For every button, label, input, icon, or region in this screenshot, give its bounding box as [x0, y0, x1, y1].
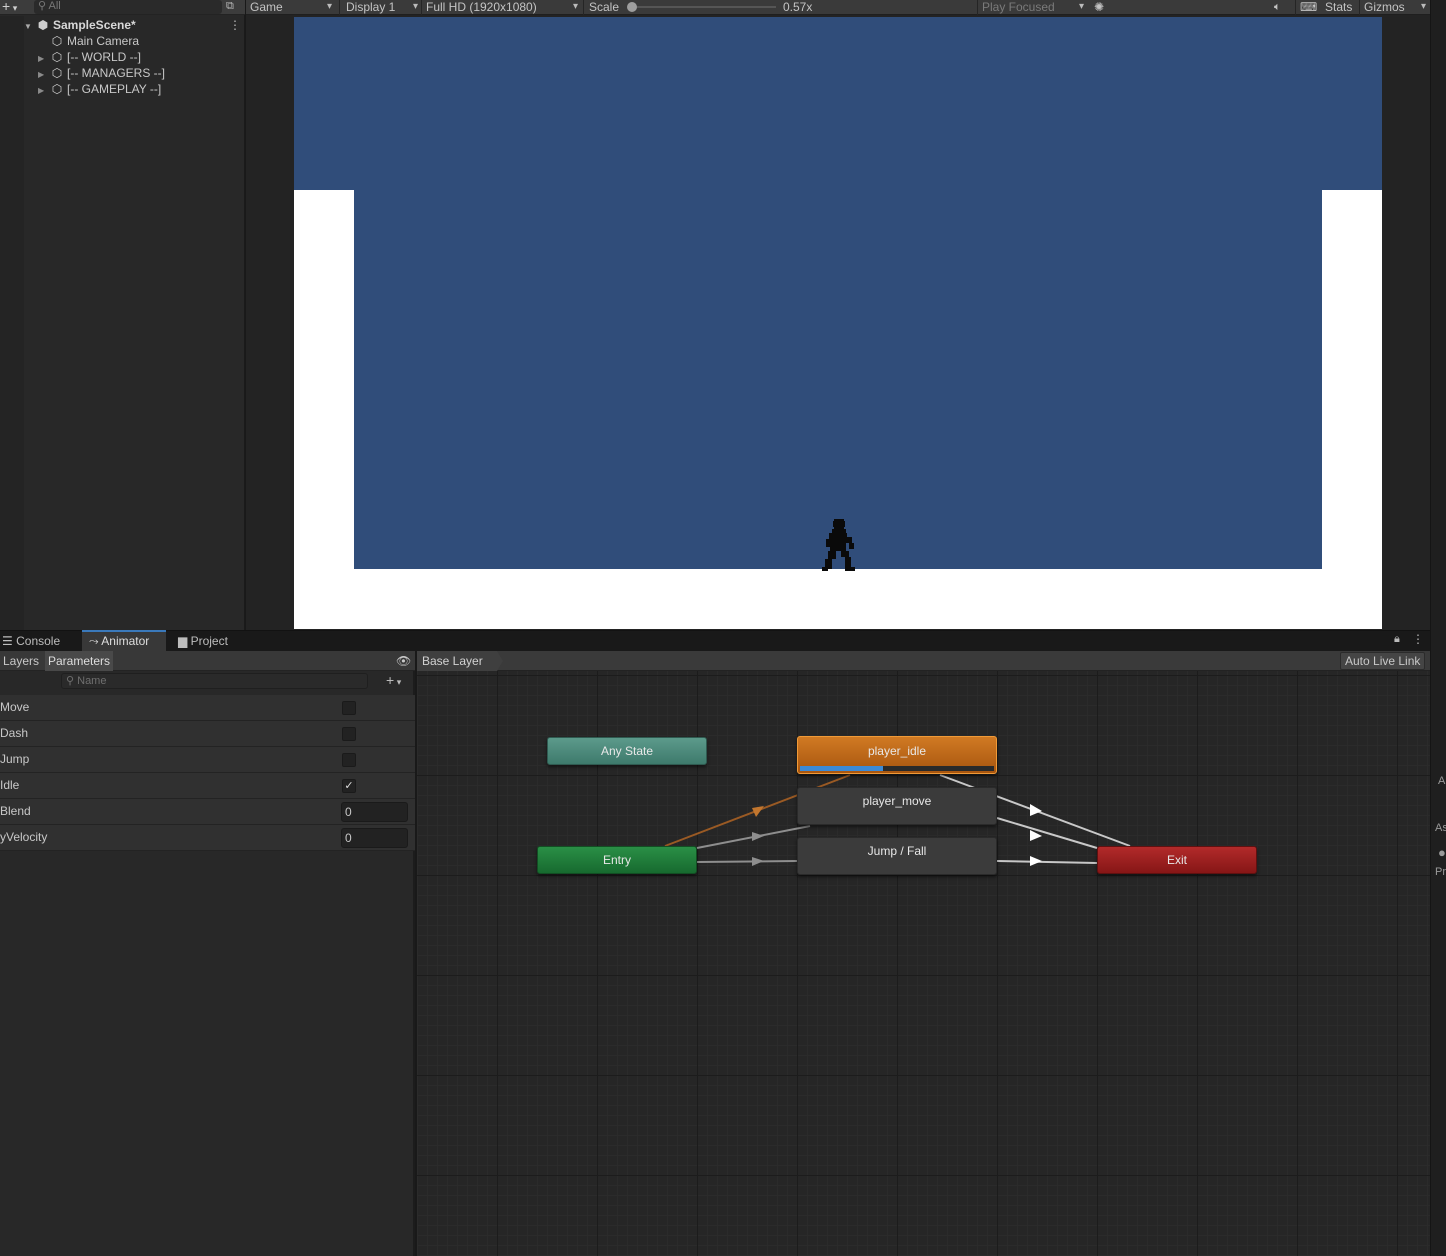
parameter-row-dash[interactable]: Dash [0, 721, 415, 747]
transition-arrow-icon [752, 857, 764, 866]
expand-arrow-icon[interactable]: ▶ [38, 83, 50, 99]
state-jump-fall[interactable]: Jump / Fall [797, 837, 997, 875]
unity-scene-icon: ⬢ [37, 18, 49, 32]
parameter-row-move[interactable]: Move [0, 695, 415, 721]
inspector-edge-panel: A As ● Pr [1430, 0, 1446, 1256]
scene-visibility-icon[interactable]: ⧉ [226, 0, 240, 14]
scale-slider[interactable] [631, 6, 776, 8]
state-progress-fill [800, 766, 883, 771]
tab-parameters[interactable]: Parameters [45, 651, 114, 671]
animator-icon: ⤳ [89, 634, 99, 648]
parameter-checkbox[interactable] [342, 753, 356, 767]
tab-layers[interactable]: Layers [0, 651, 42, 671]
gizmos-dropdown[interactable]: Gizmos [1364, 0, 1428, 15]
hierarchy-gutter [0, 16, 24, 630]
hierarchy-item-main-camera[interactable]: ⬡ Main Camera [38, 33, 139, 49]
sky-background [294, 17, 1382, 190]
scale-value: 0.57x [783, 0, 813, 14]
parameter-row-idle[interactable]: Idle ✓ [0, 773, 415, 799]
level-background [354, 190, 1322, 569]
scene-row[interactable]: ▼ ⬢ SampleScene* [24, 17, 244, 33]
game-viewport[interactable] [294, 17, 1382, 629]
state-player-move[interactable]: player_move [797, 787, 997, 825]
game-toolbar [246, 0, 1430, 15]
folder-icon: ▆ [178, 634, 188, 648]
animator-graph-toolbar [417, 651, 1430, 671]
parameter-checkbox[interactable] [342, 701, 356, 715]
tab-menu-icon[interactable]: ⋮ [1412, 632, 1424, 646]
auto-live-link-button[interactable]: Auto Live Link [1340, 652, 1426, 670]
lock-icon[interactable]: 🔒︎ [1394, 632, 1404, 646]
breadcrumb[interactable]: Base Layer [417, 651, 503, 671]
parameter-float-field[interactable]: 0 [341, 802, 408, 822]
scale-slider-handle[interactable] [627, 2, 637, 12]
eye-icon[interactable]: 👁︎ [396, 654, 412, 668]
hierarchy-search-input[interactable]: ⚲ All [34, 0, 222, 14]
keyboard-icon[interactable]: ⌨ [1300, 0, 1317, 15]
parameter-row-blend[interactable]: Blend 0 [0, 799, 415, 825]
parameter-float-field[interactable]: 0 [341, 828, 408, 848]
bug-icon[interactable]: ✺ [1094, 0, 1110, 15]
transition-jump-exit[interactable] [996, 860, 1098, 864]
play-mode-dropdown[interactable]: Play Focused [982, 0, 1086, 15]
mute-audio-icon[interactable]: 🔈︎ [1274, 0, 1290, 15]
view-dropdown[interactable]: Game [250, 0, 334, 15]
checkmark-icon: ✓ [344, 780, 354, 792]
parameter-row-jump[interactable]: Jump [0, 747, 415, 773]
console-icon: ☰ [2, 634, 13, 648]
hierarchy-item-gameplay[interactable]: ▶ ⬡ [-- GAMEPLAY --] [38, 81, 161, 97]
hierarchy-item-world[interactable]: ▶ ⬡ [-- WORLD --] [38, 49, 141, 65]
scene-menu-icon[interactable]: ⋮ [229, 17, 241, 33]
stats-button[interactable]: Stats [1325, 0, 1352, 15]
hierarchy-item-managers[interactable]: ▶ ⬡ [-- MANAGERS --] [38, 65, 165, 81]
player-sprite [822, 519, 855, 571]
state-exit[interactable]: Exit [1097, 846, 1257, 874]
search-icon: ⚲ [66, 675, 75, 687]
parameter-search-input[interactable]: ⚲ Name [61, 673, 368, 689]
parameter-checkbox[interactable] [342, 727, 356, 741]
transition-move-exit[interactable] [996, 817, 1098, 849]
gameobject-icon: ⬡ [51, 66, 63, 80]
transition-arrow-icon [1030, 856, 1042, 866]
transition-arrow-icon [752, 806, 764, 817]
display-dropdown[interactable]: Display 1 [346, 0, 420, 15]
transition-arrow-icon [752, 832, 764, 841]
transition-entry-jump[interactable] [696, 860, 798, 863]
gameobject-icon: ⬡ [51, 82, 63, 96]
tab-console[interactable]: ☰ Console [0, 631, 80, 652]
state-any-state[interactable]: Any State [547, 737, 707, 765]
state-entry[interactable]: Entry [537, 846, 697, 874]
scale-label: Scale [589, 0, 620, 14]
info-icon: ● [1438, 845, 1446, 860]
add-parameter-button[interactable]: + ▾ [386, 673, 412, 689]
gameobject-icon: ⬡ [51, 50, 63, 64]
tab-animator[interactable]: ⤳ Animator [82, 630, 166, 651]
tab-project[interactable]: ▆ Project [176, 631, 246, 652]
parameter-checkbox-checked[interactable]: ✓ [342, 779, 356, 793]
parameter-row-yvelocity[interactable]: yVelocity 0 [0, 825, 415, 851]
transition-arrow-icon [1030, 804, 1042, 816]
expand-arrow-icon[interactable]: ▼ [24, 19, 36, 35]
resolution-dropdown[interactable]: Full HD (1920x1080) [426, 0, 580, 15]
create-menu-button[interactable]: + ▾ [0, 0, 26, 15]
search-icon: ⚲ [38, 0, 47, 12]
gameobject-icon: ⬡ [51, 34, 63, 48]
